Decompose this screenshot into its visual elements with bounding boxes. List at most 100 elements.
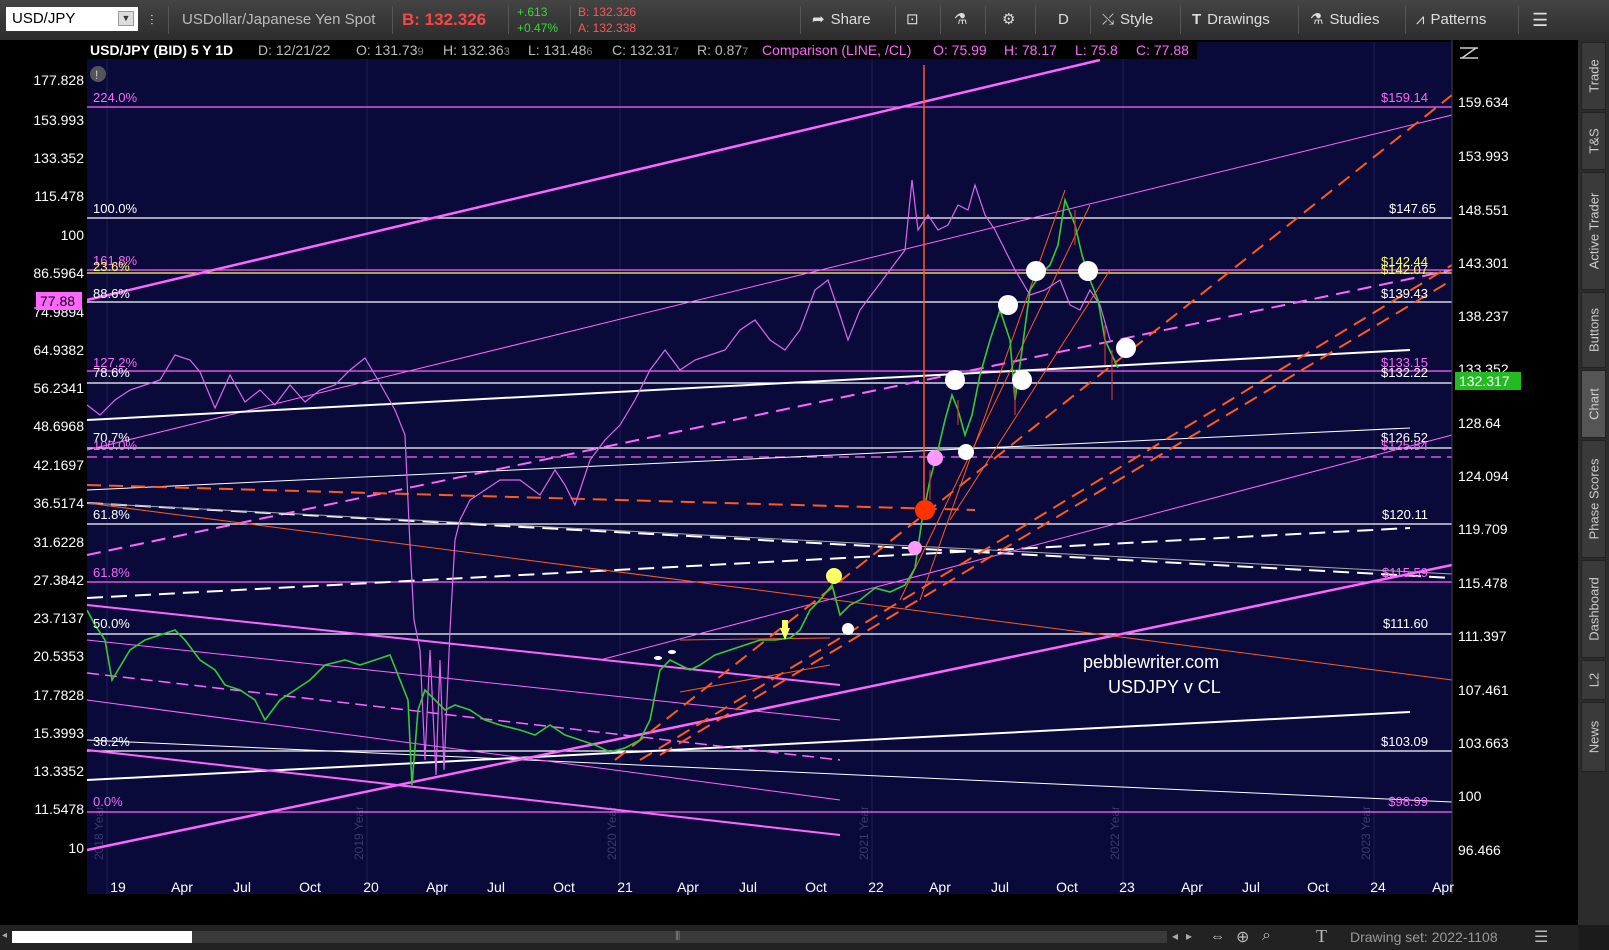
tab-buttons[interactable]: Buttons bbox=[1581, 292, 1606, 368]
fib-price: $120.11 bbox=[1382, 507, 1428, 522]
timeframe-button[interactable]: D bbox=[1058, 0, 1069, 40]
tab-label: Dashboard bbox=[1586, 577, 1601, 641]
left-axis-tick: 20.5353 bbox=[33, 648, 84, 664]
drawings-label: Drawings bbox=[1207, 11, 1270, 28]
tab-label: Active Trader bbox=[1586, 192, 1601, 270]
tab-phase-scores[interactable]: Phase Scores bbox=[1581, 440, 1606, 558]
tab-trade[interactable]: Trade bbox=[1581, 42, 1606, 110]
fib-price: $98.99 bbox=[1388, 794, 1428, 809]
plot-background bbox=[87, 42, 1452, 894]
drawing-set-label[interactable]: Drawing set: 2022-1108 bbox=[1350, 929, 1498, 945]
x-axis-tick: Oct bbox=[805, 879, 827, 895]
left-axis-tick: 42.1697 bbox=[33, 457, 84, 473]
legend-close: C: 132.31 bbox=[612, 42, 673, 58]
tab-level2[interactable]: L2 bbox=[1581, 660, 1606, 700]
left-axis-tick: 23.7137 bbox=[33, 610, 84, 626]
right-axis[interactable]: 159.634 153.993 148.551 143.301 138.237 … bbox=[1458, 94, 1509, 858]
fib-price: $111.60 bbox=[1383, 616, 1428, 631]
symbol-dropdown-icon[interactable]: ▼ bbox=[118, 11, 134, 26]
divider bbox=[895, 6, 896, 34]
tab-chart[interactable]: Chart bbox=[1581, 370, 1606, 438]
tab-label: Chart bbox=[1586, 388, 1601, 420]
fib-label: 88.6% bbox=[93, 286, 130, 301]
right-axis-tick: 143.301 bbox=[1458, 255, 1509, 271]
fib-label: 100.0% bbox=[93, 201, 138, 216]
x-axis-tick: Jul bbox=[233, 879, 251, 895]
symbol-input[interactable]: USD/JPY ▼ bbox=[6, 7, 138, 31]
info-icon-glyph: ! bbox=[95, 68, 98, 82]
share-button[interactable]: ➦ Share bbox=[812, 0, 871, 40]
flask-icon[interactable]: ⚗ bbox=[954, 0, 967, 40]
legend-title: USD/JPY (BID) 5 Y 1D bbox=[90, 42, 233, 58]
legend-range: R: 0.87 bbox=[697, 42, 742, 58]
tab-label: L2 bbox=[1586, 672, 1601, 688]
left-axis-tick: 153.993 bbox=[33, 112, 84, 128]
x-axis-tick: Oct bbox=[1307, 879, 1329, 895]
fib-price: $115.59 bbox=[1382, 565, 1428, 580]
scroll-right-arrow-icon[interactable]: ▸ bbox=[1186, 929, 1192, 943]
text-tool-icon: T bbox=[1192, 11, 1202, 28]
tab-time-sales[interactable]: T&S bbox=[1581, 112, 1606, 170]
tab-active-trader[interactable]: Active Trader bbox=[1581, 172, 1606, 290]
tab-news[interactable]: News bbox=[1581, 702, 1606, 772]
left-axis-tick: 15.3993 bbox=[33, 725, 84, 741]
divider bbox=[1035, 6, 1036, 34]
chart-canvas[interactable]: 2018 Year 2019 Year 2020 Year 2021 Year … bbox=[0, 40, 1578, 925]
expand-icon[interactable]: ⇔ bbox=[1210, 928, 1225, 945]
scroll-left-arrow-icon[interactable]: ◂ bbox=[1172, 929, 1178, 943]
x-axis-tick: Jul bbox=[1242, 879, 1260, 895]
right-axis-tick: 148.551 bbox=[1458, 202, 1509, 218]
top-toolbar: USD/JPY ▼ ⫶ USDollar/Japanese Yen Spot B… bbox=[0, 0, 1609, 41]
patterns-button[interactable]: ⩘ Patterns bbox=[1416, 0, 1486, 40]
patterns-icon: ⩘ bbox=[1416, 11, 1425, 28]
zoom-icon[interactable]: ⌕ bbox=[1262, 927, 1271, 945]
left-axis-tick: 17.7828 bbox=[33, 687, 84, 703]
chart-area[interactable]: 2018 Year 2019 Year 2020 Year 2021 Year … bbox=[0, 40, 1578, 925]
tab-dashboard[interactable]: Dashboard bbox=[1581, 560, 1606, 658]
chart-snapshot-icon[interactable]: ⊡ bbox=[906, 0, 919, 40]
style-button[interactable]: ⤯ Style bbox=[1102, 0, 1153, 40]
patterns-label: Patterns bbox=[1430, 11, 1487, 28]
year-label: 2020 Year bbox=[605, 806, 619, 860]
left-axis-tick: 115.478 bbox=[34, 188, 84, 204]
left-axis-tick: 31.6228 bbox=[33, 534, 84, 550]
tab-label: Buttons bbox=[1586, 307, 1601, 353]
x-axis-tick: 24 bbox=[1370, 879, 1386, 895]
left-axis-tick: 64.9382 bbox=[33, 342, 84, 358]
studies-button[interactable]: ⚗ Studies bbox=[1310, 0, 1380, 40]
left-axis-tick: 10 bbox=[68, 840, 84, 856]
drawing-set-menu-icon[interactable]: ☰ bbox=[1534, 927, 1548, 947]
divider bbox=[1090, 6, 1091, 34]
x-axis-tick: 22 bbox=[868, 879, 884, 895]
fib-label: 61.8% bbox=[93, 565, 130, 580]
scroll-left-icon[interactable]: ◂ bbox=[2, 930, 10, 944]
fib-label: 61.8% bbox=[93, 507, 130, 522]
left-axis-tick: 36.5174 bbox=[33, 495, 84, 511]
fib-label: 0.0% bbox=[93, 794, 123, 809]
left-axis-marker-value: 77.88 bbox=[40, 293, 75, 309]
divider bbox=[985, 6, 986, 34]
gear-icon[interactable]: ⚙ bbox=[1002, 0, 1015, 40]
legend-comp-close: C: 77.88 bbox=[1136, 42, 1189, 58]
link-icon[interactable]: ⫶ bbox=[150, 0, 154, 40]
crosshair-icon[interactable]: ⊕ bbox=[1236, 927, 1249, 947]
x-axis-tick: Jul bbox=[991, 879, 1009, 895]
scroll-grip-icon: ⦀ bbox=[675, 929, 681, 943]
fib-price: $139.43 bbox=[1381, 286, 1428, 301]
divider bbox=[800, 6, 801, 34]
menu-icon[interactable]: ☰ bbox=[1532, 0, 1548, 40]
fib-price: $142.07 bbox=[1381, 262, 1428, 277]
x-axis-tick: Jul bbox=[487, 879, 505, 895]
fib-price: $159.14 bbox=[1381, 90, 1428, 105]
divider bbox=[1298, 6, 1299, 34]
left-axis[interactable]: 177.828 153.993 133.352 115.478 100 86.5… bbox=[33, 72, 84, 856]
drawings-button[interactable]: T Drawings bbox=[1192, 0, 1270, 40]
side-tabs: Trade T&S Active Trader Buttons Chart Ph… bbox=[1578, 40, 1609, 925]
year-label: 2021 Year bbox=[857, 806, 871, 860]
text-tool-icon[interactable]: T bbox=[1316, 926, 1327, 947]
x-axis-tick: Apr bbox=[1181, 879, 1203, 895]
bottom-scrollbar[interactable]: ◂ ⦀ ◂ ▸ ⇔ ⊕ ⌕ T Drawing set: 2022-1108 ☰ bbox=[0, 925, 1578, 950]
legend-high: H: 132.36 bbox=[443, 42, 504, 58]
watermark-line1: pebblewriter.com bbox=[1083, 652, 1219, 672]
left-axis-tick: 133.352 bbox=[33, 150, 84, 166]
